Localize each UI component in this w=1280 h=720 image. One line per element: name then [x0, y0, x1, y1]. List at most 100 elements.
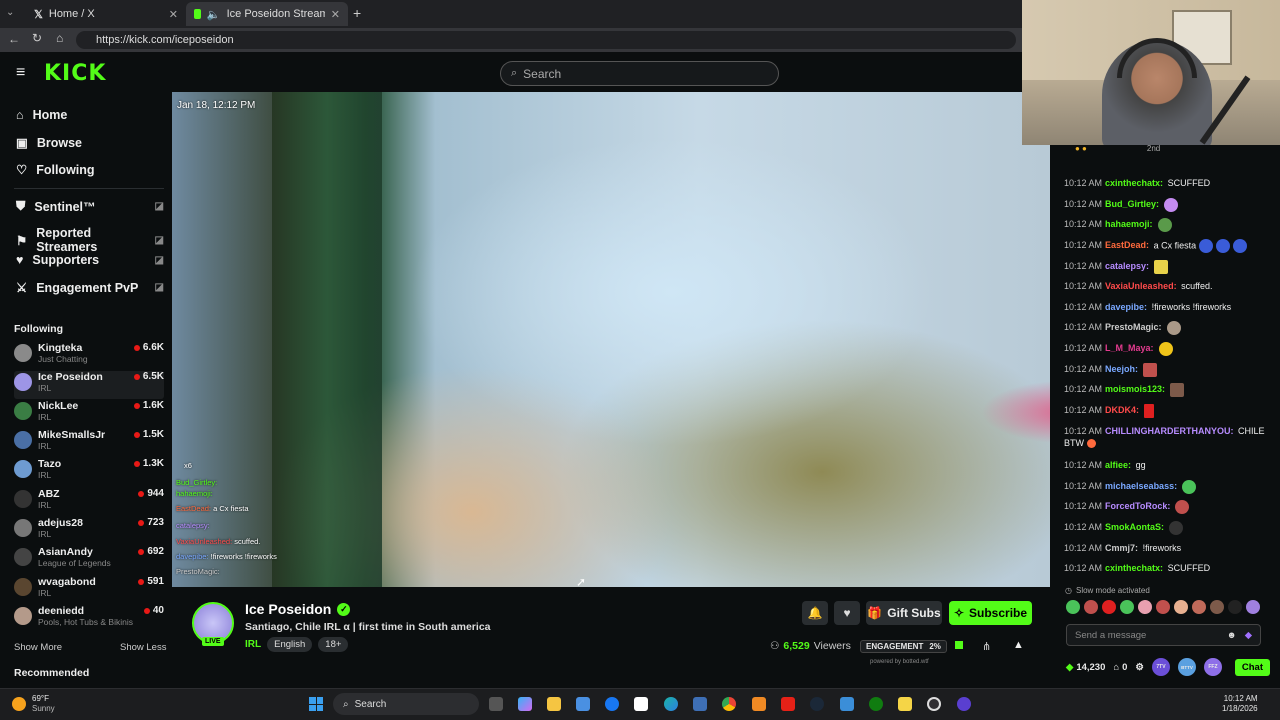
- sidebar-item-sentinel[interactable]: ⛊ Sentinel™ ◪: [16, 199, 164, 214]
- following-item[interactable]: ABZ IRL 944: [14, 488, 164, 516]
- amazon-icon[interactable]: [634, 697, 648, 711]
- reload-icon[interactable]: ↻: [32, 31, 42, 45]
- following-item[interactable]: Kingteka Just Chatting 6.6K: [14, 342, 164, 370]
- calculator-icon[interactable]: [693, 697, 707, 711]
- home-browser-icon[interactable]: ⌂: [56, 31, 63, 45]
- emote-icon[interactable]: [1084, 600, 1098, 614]
- sidebar-item-browse[interactable]: ▣ Browse: [16, 135, 164, 151]
- menu-icon[interactable]: ≡: [16, 64, 25, 82]
- chat-message[interactable]: 10:12 AM catalepsy:: [1064, 260, 1269, 274]
- weather-widget[interactable]: 69°F Sunny: [12, 694, 55, 714]
- tag-english[interactable]: English: [267, 637, 313, 652]
- store-icon[interactable]: [576, 697, 590, 711]
- vlc-icon[interactable]: [752, 697, 766, 711]
- show-more-button[interactable]: Show More: [14, 642, 62, 653]
- kick-logo[interactable]: KICK: [44, 61, 106, 86]
- gift-subs-button[interactable]: 🎁 Gift Subs: [866, 601, 942, 625]
- emote-icon[interactable]: [1228, 600, 1242, 614]
- following-item[interactable]: Tazo IRL 1.3K: [14, 458, 164, 486]
- tab-ice-poseidon[interactable]: 🔈 Ice Poseidon Stream - Watch ✕: [186, 2, 348, 26]
- chat-message[interactable]: 10:12 AM moismois123:: [1064, 383, 1269, 397]
- category-link[interactable]: IRL: [245, 639, 261, 650]
- steam-icon[interactable]: [810, 697, 824, 711]
- copilot-icon[interactable]: [518, 697, 532, 711]
- chat-message[interactable]: 10:12 AM L_M_Maya:: [1064, 342, 1269, 356]
- following-item[interactable]: AsianAndy League of Legends 692: [14, 546, 164, 574]
- chat-message[interactable]: 10:12 AM michaelseabass:: [1064, 480, 1269, 494]
- address-bar[interactable]: https://kick.com/iceposeidon: [76, 31, 1016, 49]
- sidebar-item-following[interactable]: ♡ Following: [16, 162, 164, 178]
- emote-icon[interactable]: [1138, 600, 1152, 614]
- chat-message[interactable]: 10:12 AM Bud_Girtley:: [1064, 198, 1269, 212]
- sidebar-item-reported-streamers[interactable]: ⚑ Reported Streamers ◪: [16, 226, 164, 254]
- following-item[interactable]: MikeSmallsJr IRL 1.5K: [14, 429, 164, 457]
- emote-icon[interactable]: [1210, 600, 1224, 614]
- chat-message[interactable]: 10:12 AM SmokAontaS:: [1064, 521, 1269, 535]
- stats-icon[interactable]: [955, 641, 963, 649]
- chat-message[interactable]: 10:12 AM davepibe: !fireworks !fireworks: [1064, 301, 1269, 313]
- emote-icon[interactable]: [1156, 600, 1170, 614]
- chat-message[interactable]: 10:12 AM Cmmj7: !fireworks: [1064, 542, 1269, 554]
- chat-message[interactable]: 10:12 AM ForcedToRock:: [1064, 500, 1269, 514]
- following-item[interactable]: adejus28 IRL 723: [14, 517, 164, 545]
- chrome-icon[interactable]: [722, 697, 736, 711]
- bttv-button[interactable]: BTTV: [1177, 658, 1196, 676]
- gifts-display[interactable]: ⌂ 0: [1113, 662, 1127, 673]
- emote-icon[interactable]: [1174, 600, 1188, 614]
- chat-message[interactable]: 10:12 AM Neejoh:: [1064, 363, 1269, 377]
- subscribe-button[interactable]: ✧ Subscribe: [949, 601, 1032, 625]
- xbox-icon[interactable]: [869, 697, 883, 711]
- ffz-button[interactable]: FFZ: [1203, 658, 1222, 676]
- obs-studio-icon[interactable]: [957, 697, 971, 711]
- emote-icon[interactable]: [1066, 600, 1080, 614]
- obs-icon[interactable]: [927, 697, 941, 711]
- back-icon[interactable]: ←: [8, 32, 20, 46]
- notification-bell-button[interactable]: 🔔: [802, 601, 828, 625]
- chat-send-button[interactable]: Chat: [1234, 658, 1270, 676]
- emote-icon[interactable]: [1102, 600, 1116, 614]
- share-icon[interactable]: ⋔: [982, 640, 991, 653]
- close-tab-icon[interactable]: ✕: [331, 8, 340, 21]
- following-item[interactable]: NickLee IRL 1.6K: [14, 400, 164, 428]
- chat-message[interactable]: 10:12 AM alfiee: gg: [1064, 459, 1269, 471]
- chat-message[interactable]: 10:12 AM VaxiaUnleashed: scuffed.: [1064, 280, 1269, 292]
- search-input[interactable]: ⌕ Search: [500, 61, 779, 86]
- chat-input[interactable]: Send a message ☻ ◆: [1066, 624, 1261, 646]
- follow-heart-button[interactable]: ♥: [834, 601, 860, 625]
- channel-name[interactable]: Ice Poseidon: [245, 601, 331, 617]
- tag-18plus[interactable]: 18+: [318, 637, 349, 652]
- youtube-icon[interactable]: [781, 697, 795, 711]
- points-display[interactable]: ◆ 14,230: [1066, 662, 1105, 673]
- app-icon[interactable]: [840, 697, 854, 711]
- settings-gear-icon[interactable]: ⚙: [1135, 662, 1144, 673]
- close-tab-icon[interactable]: ✕: [169, 8, 178, 21]
- report-icon[interactable]: ▲: [1013, 639, 1024, 651]
- chat-message[interactable]: 10:12 AM DKDK4:: [1064, 404, 1269, 418]
- chat-message[interactable]: 10:12 AM EastDead: a Cx fiesta: [1064, 239, 1269, 253]
- taskbar-search[interactable]: ⌕ Search: [333, 693, 479, 715]
- chat-message[interactable]: 10:12 AM cxinthechatx: SCUFFED: [1064, 177, 1269, 189]
- emote-icon[interactable]: [1246, 600, 1260, 614]
- edge-icon[interactable]: [664, 697, 678, 711]
- chat-message[interactable]: 10:12 AM CHILLINGHARDERTHANYOU: CHILE BTW: [1064, 425, 1269, 449]
- 7tv-button[interactable]: 7TV: [1151, 658, 1170, 676]
- emote-icon[interactable]: [1120, 600, 1134, 614]
- emoji-icon[interactable]: ☻: [1227, 630, 1237, 641]
- task-view-icon[interactable]: [489, 697, 503, 711]
- new-tab-icon[interactable]: +: [353, 5, 361, 21]
- sticky-notes-icon[interactable]: [898, 697, 912, 711]
- sidebar-item-home[interactable]: ⌂ Home: [16, 108, 164, 122]
- following-item-active[interactable]: Ice Poseidon IRL 6.5K: [14, 371, 164, 399]
- file-explorer-icon[interactable]: [547, 697, 561, 711]
- chat-message[interactable]: 10:12 AM PrestoMagic:: [1064, 321, 1269, 335]
- chat-message[interactable]: 10:12 AM hahaemoji:: [1064, 218, 1269, 232]
- following-item[interactable]: wvagabond IRL 591: [14, 576, 164, 604]
- start-button[interactable]: [309, 697, 323, 711]
- show-less-button[interactable]: Show Less: [120, 642, 166, 653]
- following-item[interactable]: deeniedd Pools, Hot Tubs & Bikinis 40: [14, 605, 164, 633]
- tab-list-dropdown-icon[interactable]: ⌄: [6, 7, 14, 18]
- tab-home-x[interactable]: 𝕏 Home / X ✕: [26, 2, 186, 26]
- emote-icon[interactable]: [1192, 600, 1206, 614]
- chat-message[interactable]: 10:12 AM cxinthechatx: SCUFFED: [1064, 562, 1269, 574]
- sidebar-item-supporters[interactable]: ♥ Supporters ◪: [16, 253, 164, 267]
